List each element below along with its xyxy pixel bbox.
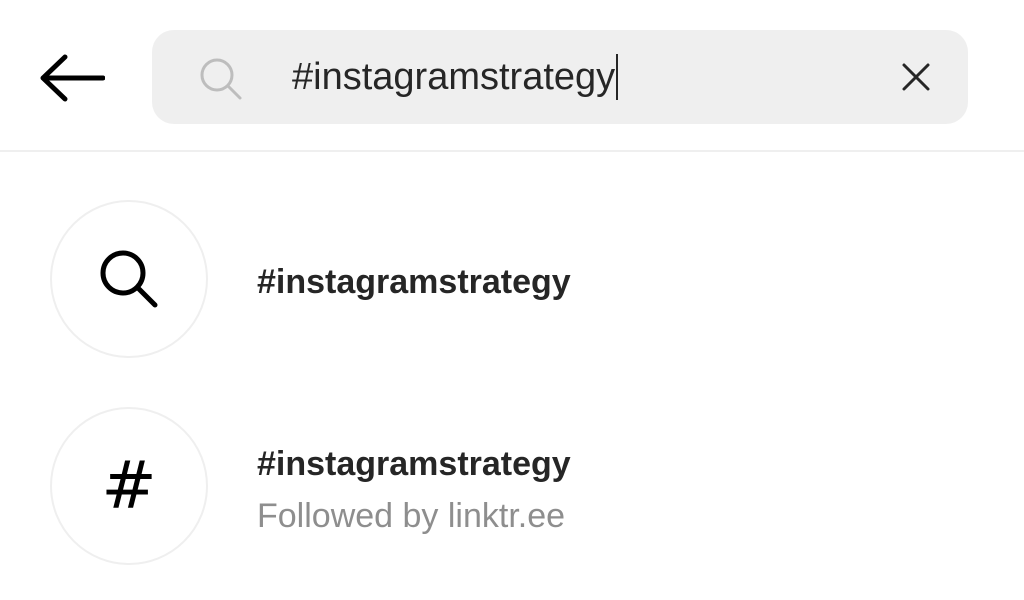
back-arrow-icon bbox=[40, 54, 105, 102]
search-icon bbox=[100, 250, 158, 308]
result-icon-circle: # bbox=[50, 407, 208, 565]
hashtag-icon: # bbox=[101, 447, 157, 524]
search-header: #instagramstrategy bbox=[0, 0, 1024, 152]
search-bar[interactable]: #instagramstrategy bbox=[152, 30, 968, 124]
search-query-text: #instagramstrategy bbox=[292, 56, 616, 98]
close-icon bbox=[902, 63, 930, 91]
search-input[interactable]: #instagramstrategy bbox=[292, 30, 852, 124]
back-button[interactable] bbox=[30, 44, 114, 112]
result-title: #instagramstrategy bbox=[257, 445, 571, 483]
result-subtitle: Followed by linktr.ee bbox=[257, 497, 566, 535]
search-screen: #instagramstrategy #instagramstrategy # bbox=[0, 0, 1024, 600]
search-suggestion-row[interactable]: #instagramstrategy bbox=[0, 198, 1024, 368]
clear-search-button[interactable] bbox=[894, 55, 938, 99]
result-icon-circle bbox=[50, 200, 208, 358]
text-caret bbox=[616, 54, 619, 100]
result-title: #instagramstrategy bbox=[257, 263, 571, 301]
search-icon bbox=[200, 58, 242, 100]
hashtag-result-row[interactable]: # #instagramstrategy Followed by linktr.… bbox=[0, 405, 1024, 575]
